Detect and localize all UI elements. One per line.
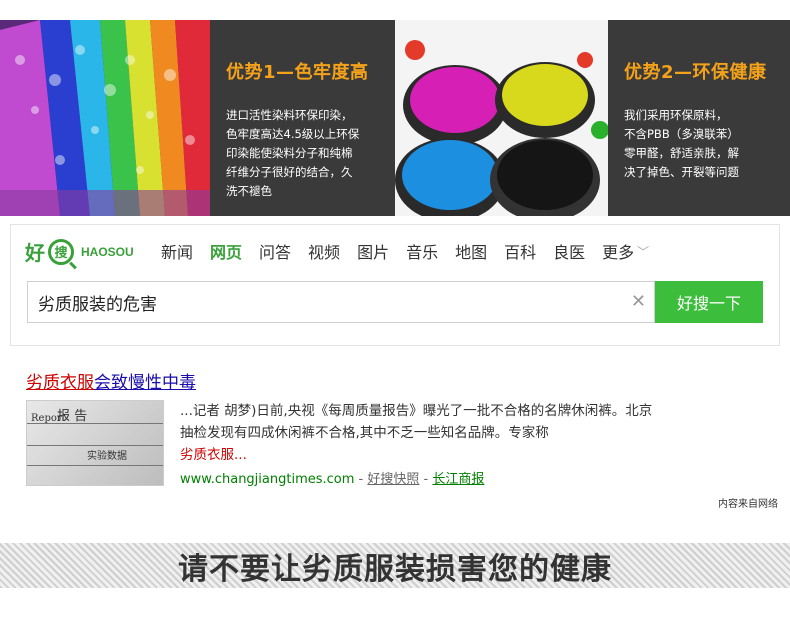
haosou-logo[interactable]: 好 搜 HAOSOU bbox=[25, 237, 134, 266]
result-thumbnail[interactable]: 报 告 Report 实验数据 bbox=[26, 400, 164, 486]
nav-music[interactable]: 音乐 bbox=[406, 239, 438, 263]
source-note: 内容来自网络 bbox=[718, 499, 778, 510]
snippet-highlight: 劣质衣服... bbox=[180, 447, 247, 463]
result-url: www.changjiangtimes.com bbox=[180, 472, 355, 487]
search-engine-panel: 好 搜 HAOSOU 新闻 网页 问答 视频 图片 音乐 地图 百科 良医 更多… bbox=[10, 224, 780, 346]
chevron-down-icon: ﹀ bbox=[637, 244, 650, 259]
nav-news[interactable]: 新闻 bbox=[161, 239, 193, 263]
logo-char: 好 bbox=[25, 241, 45, 265]
paint-cans-image bbox=[395, 20, 608, 216]
logo-search-icon: 搜 bbox=[48, 238, 74, 265]
thumb-text-2: Report bbox=[31, 413, 66, 424]
logo-text: HAOSOU bbox=[81, 244, 134, 259]
result-url-line: www.changjiangtimes.com - 好搜快照 - 长江商报 bbox=[180, 468, 484, 487]
nav-more[interactable]: 更多 ﹀ bbox=[602, 239, 649, 263]
search-button[interactable]: 好搜一下 bbox=[655, 281, 763, 323]
promo-banner: 优势1—色牢度高 进口活性染料环保印染， 色牢度高达4.5级以上环保 印染能使染… bbox=[0, 20, 790, 216]
separator: - bbox=[419, 472, 433, 487]
result-title-highlight[interactable]: 劣质衣服 bbox=[26, 373, 94, 393]
result-title-rest[interactable]: 会致慢性中毒 bbox=[94, 373, 196, 393]
advantage-2-title: 优势2—环保健康 bbox=[624, 62, 767, 83]
nav-doctor[interactable]: 良医 bbox=[553, 239, 585, 263]
cache-link[interactable]: 好搜快照 bbox=[367, 472, 419, 487]
source-link[interactable]: 长江商报 bbox=[432, 472, 484, 487]
snippet-text: ...记者 胡梦)日前,央视《每周质量报告》曝光了一批不合格的名牌休闲裤。北京抽… bbox=[180, 403, 653, 441]
advantage-2-text: 我们采用环保原料， 不含PBB（多溴联苯） 零甲醛，舒适亲肤，解 决了掉色、开裂… bbox=[624, 108, 739, 179]
result-snippet: ...记者 胡梦)日前,央视《每周质量报告》曝光了一批不合格的名牌休闲裤。北京抽… bbox=[180, 400, 660, 466]
advantage-1-panel: 优势1—色牢度高 进口活性染料环保印染， 色牢度高达4.5级以上环保 印染能使染… bbox=[210, 20, 395, 216]
thumb-text-3: 实验数据 bbox=[87, 451, 127, 462]
search-input[interactable] bbox=[28, 282, 608, 322]
advantage-1-text: 进口活性染料环保印染， 色牢度高达4.5级以上环保 印染能使染料分子和纯棉 纤维… bbox=[226, 108, 360, 198]
nav-map[interactable]: 地图 bbox=[455, 239, 487, 263]
separator: - bbox=[354, 472, 368, 487]
clear-icon[interactable]: ✕ bbox=[631, 291, 646, 312]
nav-qa[interactable]: 问答 bbox=[259, 239, 291, 263]
nav-web[interactable]: 网页 bbox=[210, 239, 242, 263]
slogan-bar: 请不要让劣质服装损害您的健康 bbox=[0, 543, 790, 588]
search-nav: 新闻 网页 问答 视频 图片 音乐 地图 百科 良医 更多 ﹀ bbox=[161, 239, 666, 263]
search-box: ✕ bbox=[27, 281, 655, 323]
result-title[interactable]: 劣质衣服会致慢性中毒 bbox=[26, 368, 196, 393]
advantage-1-title: 优势1—色牢度高 bbox=[226, 62, 369, 83]
nav-video[interactable]: 视频 bbox=[308, 239, 340, 263]
colorful-fabric-image bbox=[0, 20, 210, 216]
nav-baike[interactable]: 百科 bbox=[504, 239, 536, 263]
advantage-2-panel: 优势2—环保健康 我们采用环保原料， 不含PBB（多溴联苯） 零甲醛，舒适亲肤，… bbox=[608, 20, 790, 216]
nav-images[interactable]: 图片 bbox=[357, 239, 389, 263]
slogan-text: 请不要让劣质服装损害您的健康 bbox=[178, 551, 612, 587]
